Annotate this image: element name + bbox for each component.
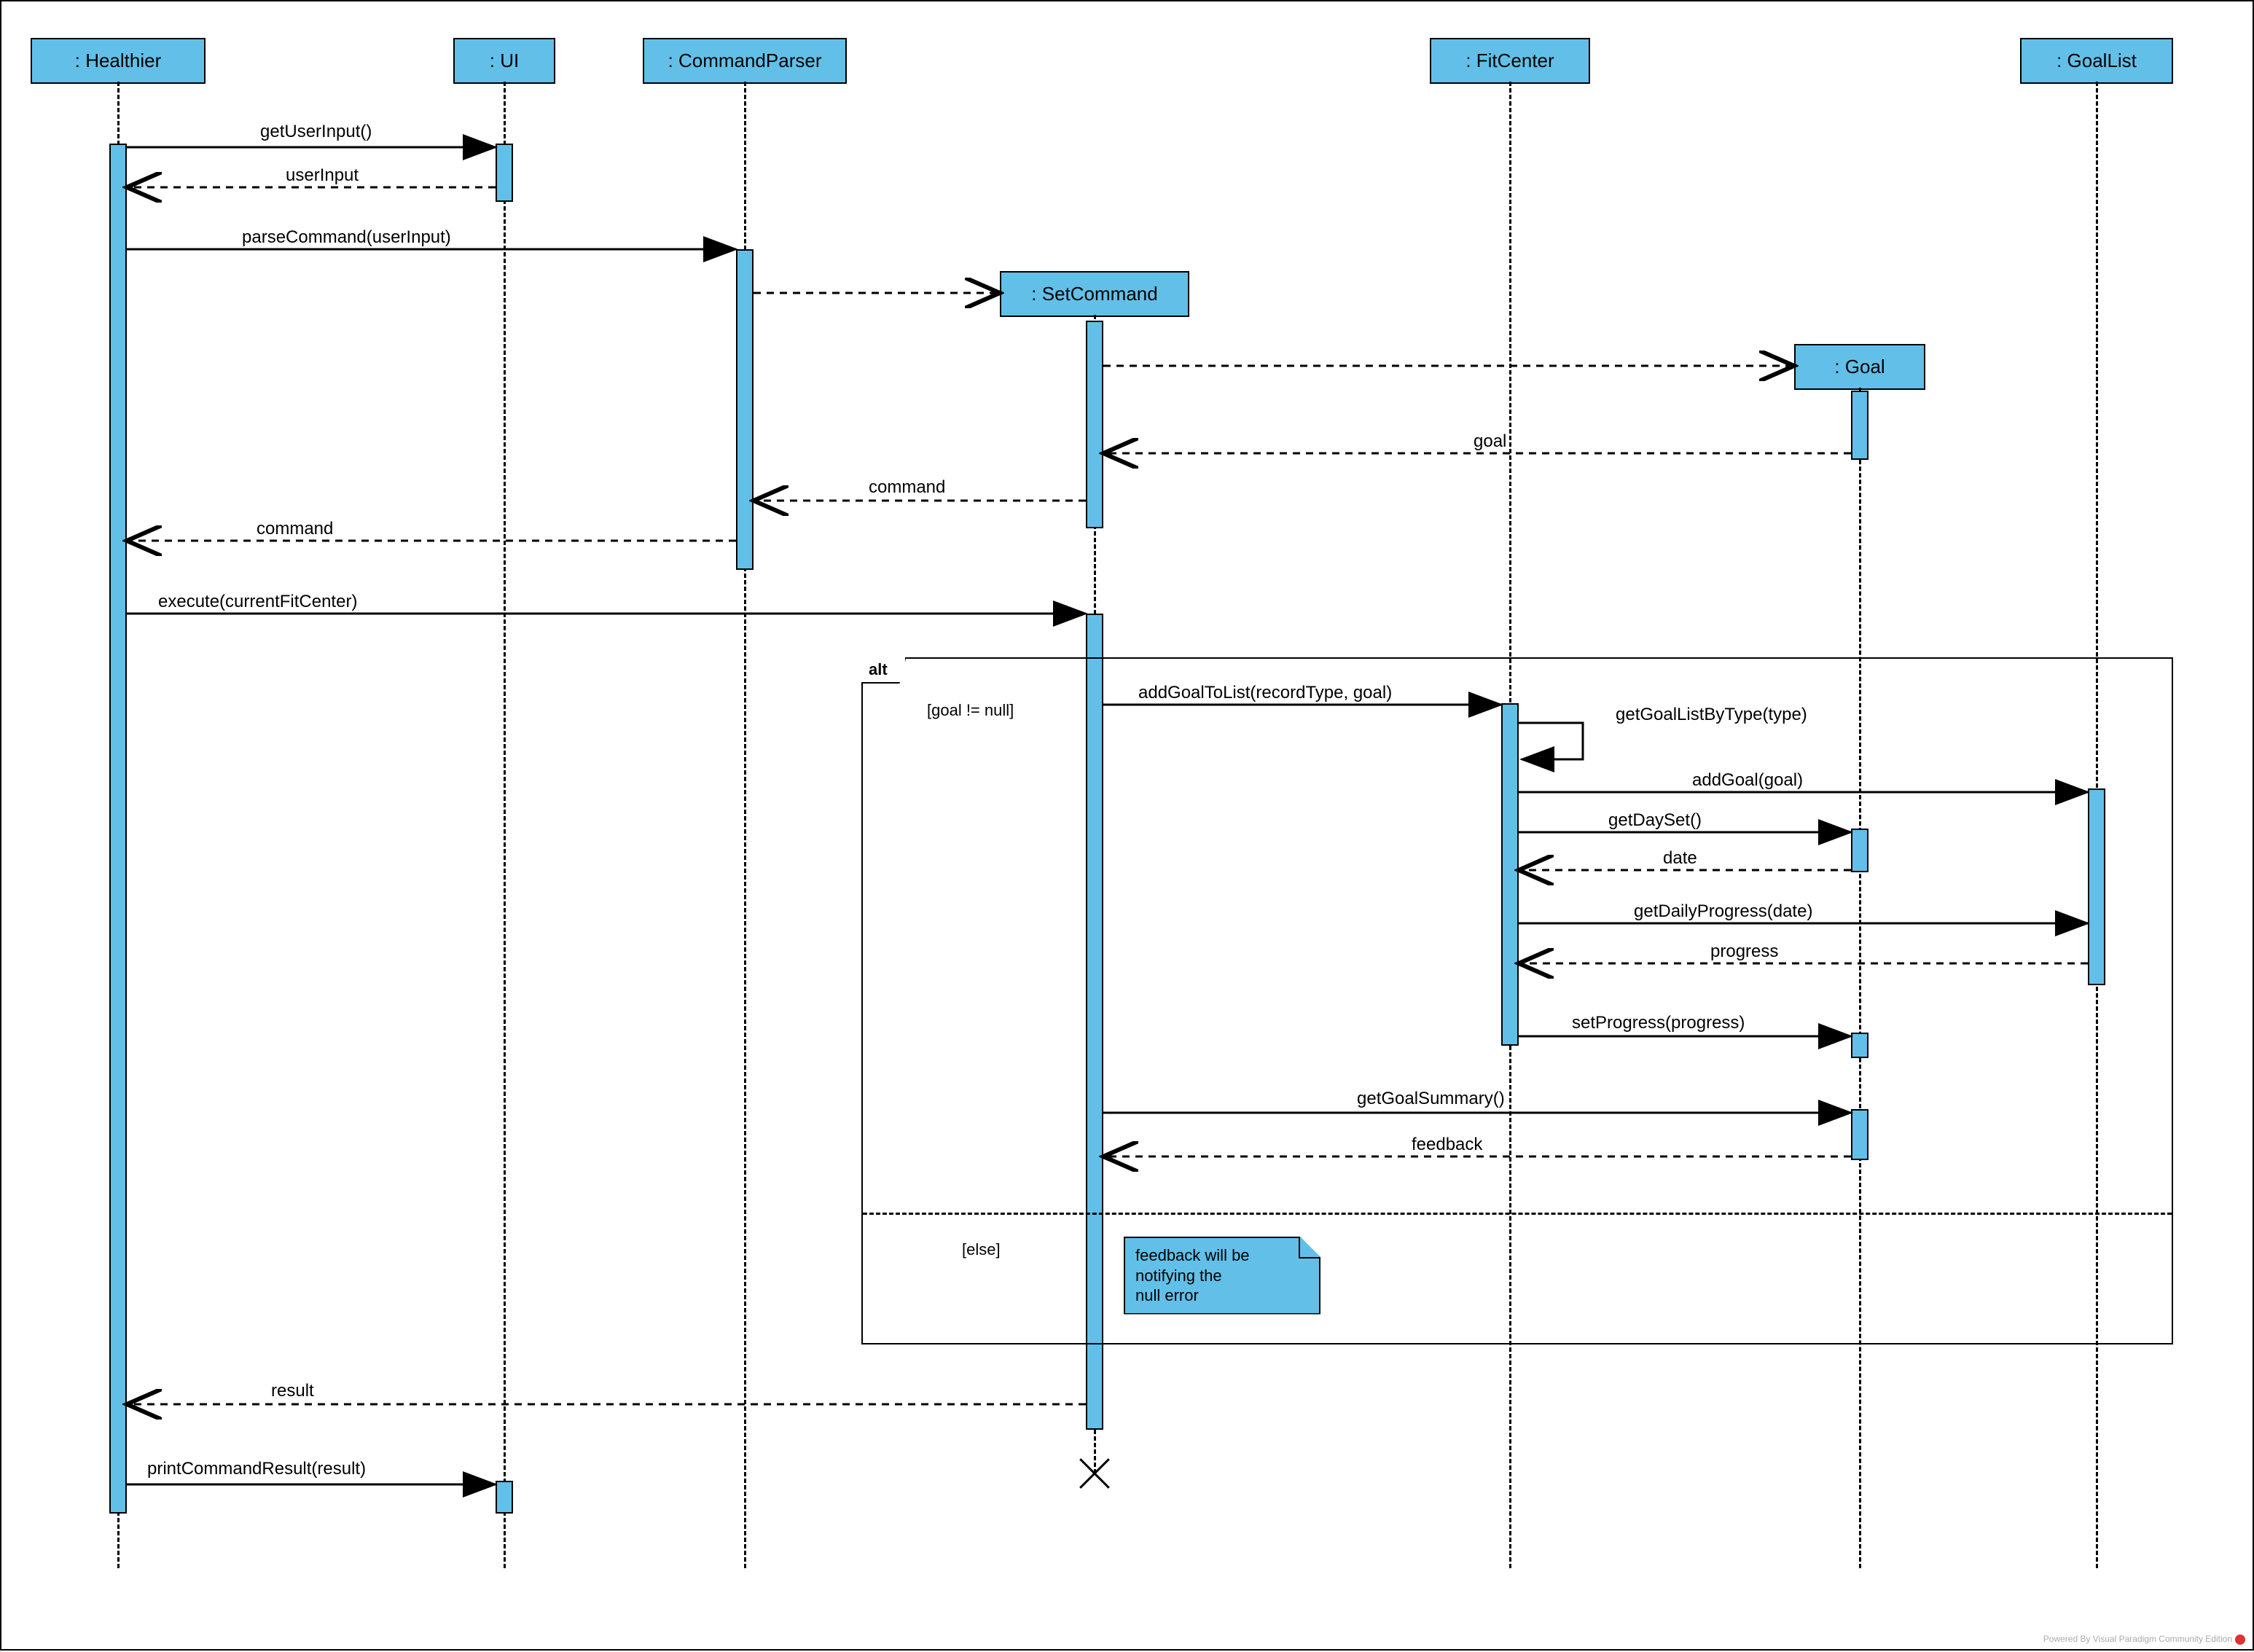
activation-commandparser	[736, 249, 754, 570]
msg-parsecommand: parseCommand(userInput)	[242, 227, 451, 248]
guard-goal-not-null: [goal != null]	[927, 701, 1014, 720]
activation-ui-2	[496, 1481, 513, 1514]
msg-printcommandresult: printCommandResult(result)	[147, 1459, 366, 1479]
msg-command-return2: command	[257, 519, 333, 539]
lifeline-fitcenter: : FitCenter	[1430, 38, 1590, 84]
note-null-error: feedback will be notifying the null erro…	[1124, 1237, 1320, 1315]
alt-divider	[863, 1213, 2172, 1215]
lifeline-goal: : Goal	[1794, 344, 1925, 390]
msg-progress-return: progress	[1710, 942, 1778, 962]
msg-goal-return: goal	[1474, 431, 1506, 452]
destroy-setcommand-icon	[1080, 1453, 1109, 1482]
activation-setcommand-1	[1086, 321, 1103, 528]
msg-date-return: date	[1663, 848, 1697, 869]
lifeline-commandparser: : CommandParser	[643, 38, 847, 84]
msg-getgoalsummary: getGoalSummary()	[1357, 1089, 1505, 1109]
activation-healthier	[109, 144, 127, 1514]
lifeline-healthier: : Healthier	[31, 38, 206, 84]
msg-userinput: userInput	[286, 165, 359, 186]
alt-frame: alt	[861, 657, 2173, 1344]
msg-execute: execute(currentFitCenter)	[158, 592, 357, 612]
note-line2: notifying the	[1135, 1267, 1222, 1285]
msg-setprogress: setProgress(progress)	[1572, 1013, 1745, 1033]
msg-command-return1: command	[869, 477, 945, 498]
msg-getdayset: getDaySet()	[1608, 810, 1702, 831]
sequence-diagram-canvas: : Healthier : UI : CommandParser : SetCo…	[0, 0, 2254, 1651]
msg-addgoaltolist: addGoalToList(recordType, goal)	[1138, 683, 1392, 703]
msg-addgoal: addGoal(goal)	[1692, 770, 1803, 791]
activation-goal-1	[1851, 391, 1868, 460]
msg-getdailyprogress: getDailyProgress(date)	[1634, 901, 1812, 922]
lifeline-ui: : UI	[453, 38, 555, 84]
msg-feedback: feedback	[1412, 1135, 1482, 1155]
note-line1: feedback will be	[1135, 1246, 1250, 1264]
lifeline-goallist: : GoalList	[2020, 38, 2173, 84]
lifeline-setcommand: : SetCommand	[1000, 271, 1189, 317]
activation-ui-1	[496, 144, 513, 202]
lifeline-dash-ui	[504, 82, 506, 1568]
msg-result: result	[271, 1381, 314, 1401]
msg-getuserinput: getUserInput()	[260, 122, 372, 142]
watermark: Powered By Visual Paradigm Community Edi…	[2043, 1634, 2245, 1645]
msg-getgoallistbytype: getGoalListByType(type)	[1616, 705, 1807, 725]
note-line3: null error	[1135, 1286, 1199, 1304]
alt-operator-label: alt	[861, 657, 907, 684]
watermark-dot-icon	[2235, 1635, 2245, 1645]
guard-else: [else]	[962, 1240, 1001, 1259]
